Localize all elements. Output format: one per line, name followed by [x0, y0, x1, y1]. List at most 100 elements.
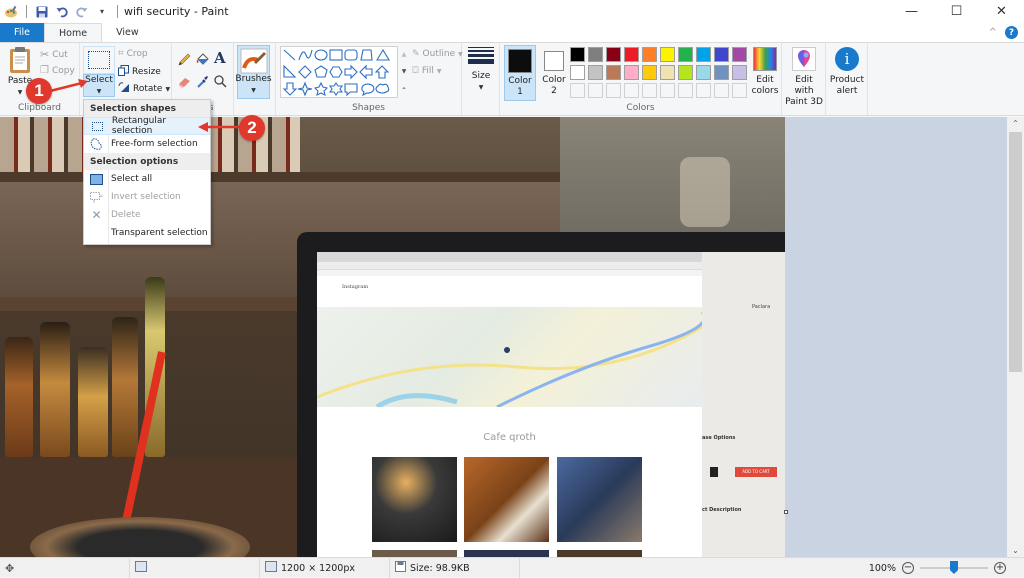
shape-up-arrow[interactable] [374, 65, 390, 79]
palette-swatch[interactable] [606, 65, 621, 80]
collapse-ribbon-icon[interactable]: ^ [989, 27, 997, 38]
shape-oval[interactable] [314, 49, 328, 61]
resize-button[interactable]: Resize [118, 65, 161, 79]
color2-button[interactable]: Color 2 [538, 45, 570, 101]
palette-swatch-empty[interactable] [624, 83, 639, 98]
paste-dropdown-icon[interactable]: ▼ [18, 87, 23, 98]
canvas-resize-handle[interactable] [784, 510, 788, 514]
shape-hexagon[interactable] [329, 66, 343, 78]
size-button[interactable]: Size ▼ [466, 47, 496, 93]
tab-file[interactable]: File [0, 23, 44, 42]
shape-right-arrow[interactable] [344, 64, 358, 80]
zoom-slider[interactable] [920, 561, 988, 574]
palette-swatch-empty[interactable] [588, 83, 603, 98]
shape-rectangle[interactable] [329, 49, 343, 61]
customize-dropdown-icon[interactable]: ▾ [95, 5, 109, 19]
menu-item-rectangular-selection[interactable]: Rectangular selection [84, 116, 210, 136]
zoom-in-button[interactable]: + [994, 562, 1006, 574]
palette-swatch-empty[interactable] [570, 83, 585, 98]
palette-swatch[interactable] [660, 65, 675, 80]
text-icon[interactable]: A [214, 49, 226, 67]
shape-down-arrow[interactable] [282, 82, 298, 96]
scroll-up-icon[interactable]: ⌃ [1007, 119, 1024, 128]
palette-swatch[interactable] [714, 47, 729, 62]
shape-rounded-rectangle[interactable] [344, 49, 358, 61]
shape-six-point-star[interactable] [328, 82, 344, 96]
shape-right-triangle[interactable] [283, 64, 297, 78]
brushes-dropdown-icon[interactable]: ▼ [251, 85, 256, 96]
shape-curve[interactable] [298, 49, 313, 61]
shape-line[interactable] [283, 49, 296, 61]
close-button[interactable]: ✕ [979, 0, 1024, 23]
palette-swatch[interactable] [606, 47, 621, 62]
palette-swatch-empty[interactable] [660, 83, 675, 98]
shape-cloud-callout[interactable] [375, 83, 390, 94]
palette-swatch-empty[interactable] [696, 83, 711, 98]
rotate-button[interactable]: Rotate ▼ [118, 82, 170, 96]
vertical-scrollbar[interactable]: ⌃ ⌄ [1007, 117, 1024, 557]
shape-left-arrow[interactable] [359, 64, 373, 80]
product-alert-button[interactable]: i Product alert [828, 47, 866, 97]
cut-button[interactable]: ✂ Cut [40, 48, 68, 61]
magnifier-icon[interactable] [214, 75, 227, 91]
palette-swatch[interactable] [588, 65, 603, 80]
shape-five-point-star[interactable] [313, 81, 329, 97]
tab-view[interactable]: View [102, 23, 153, 42]
fill-bucket-icon[interactable] [196, 52, 210, 69]
shapes-scroll[interactable]: ▲ ▼ ⩡ [400, 46, 408, 98]
palette-swatch[interactable] [714, 65, 729, 80]
menu-item-transparent-selection[interactable]: Transparent selection [84, 224, 210, 242]
palette-swatch[interactable] [624, 47, 639, 62]
redo-icon[interactable] [75, 5, 89, 19]
shape-oval-callout[interactable] [361, 83, 375, 97]
palette-swatch-empty[interactable] [678, 83, 693, 98]
palette-swatch[interactable] [624, 65, 639, 80]
menu-item-delete[interactable]: ✕ Delete [84, 206, 210, 224]
palette-swatch[interactable] [732, 65, 747, 80]
palette-swatch[interactable] [588, 47, 603, 62]
crop-button[interactable]: ⌗ Crop [118, 48, 148, 59]
palette-swatch[interactable] [678, 65, 693, 80]
menu-item-invert-selection[interactable]: Invert selection [84, 188, 210, 206]
shapes-scroll-up-icon[interactable]: ▲ [402, 51, 407, 58]
palette-swatch[interactable] [678, 47, 693, 62]
color-picker-icon[interactable] [197, 75, 209, 91]
palette-swatch[interactable] [660, 47, 675, 62]
pencil-icon[interactable] [178, 53, 191, 69]
edit-with-paint3d-button[interactable]: Edit with Paint 3D [785, 47, 823, 108]
shapes-expand-icon[interactable]: ⩡ [402, 85, 405, 93]
outline-button[interactable]: ✎ Outline ▼ [412, 49, 463, 59]
scroll-down-icon[interactable]: ⌄ [1007, 546, 1024, 555]
save-icon[interactable] [35, 5, 49, 19]
paint-app-icon[interactable] [4, 5, 18, 19]
palette-swatch-empty[interactable] [642, 83, 657, 98]
shape-four-point-star[interactable] [297, 81, 313, 97]
palette-swatch[interactable] [696, 65, 711, 80]
eraser-icon[interactable] [178, 76, 191, 91]
palette-swatch[interactable] [696, 47, 711, 62]
palette-swatch[interactable] [642, 65, 657, 80]
color1-button[interactable]: Color 1 [504, 45, 536, 101]
shape-polygon[interactable] [360, 49, 373, 61]
edit-colors-button[interactable]: Edit colors [750, 47, 780, 97]
shape-pentagon[interactable] [314, 65, 328, 78]
palette-swatch-empty[interactable] [714, 83, 729, 98]
help-icon[interactable]: ? [1005, 26, 1018, 39]
size-dropdown-icon[interactable]: ▼ [479, 82, 484, 93]
shape-diamond[interactable] [298, 65, 312, 79]
palette-swatch[interactable] [570, 65, 585, 80]
menu-item-select-all[interactable]: Select all [84, 170, 210, 188]
brushes-button[interactable]: Brushes ▼ [235, 45, 272, 99]
select-dropdown-icon[interactable]: ▼ [97, 86, 102, 97]
scroll-thumb[interactable] [1009, 132, 1022, 372]
shapes-scroll-down-icon[interactable]: ▼ [402, 68, 407, 75]
zoom-slider-thumb[interactable] [950, 561, 958, 574]
palette-swatch[interactable] [570, 47, 585, 62]
minimize-button[interactable]: — [889, 0, 934, 23]
rotate-dropdown-icon[interactable]: ▼ [165, 86, 170, 93]
fill-button[interactable]: ⛋ Fill ▼ [412, 66, 442, 76]
zoom-out-button[interactable]: − [902, 562, 914, 574]
palette-swatch-empty[interactable] [606, 83, 621, 98]
tab-home[interactable]: Home [44, 23, 103, 42]
palette-swatch[interactable] [732, 47, 747, 62]
